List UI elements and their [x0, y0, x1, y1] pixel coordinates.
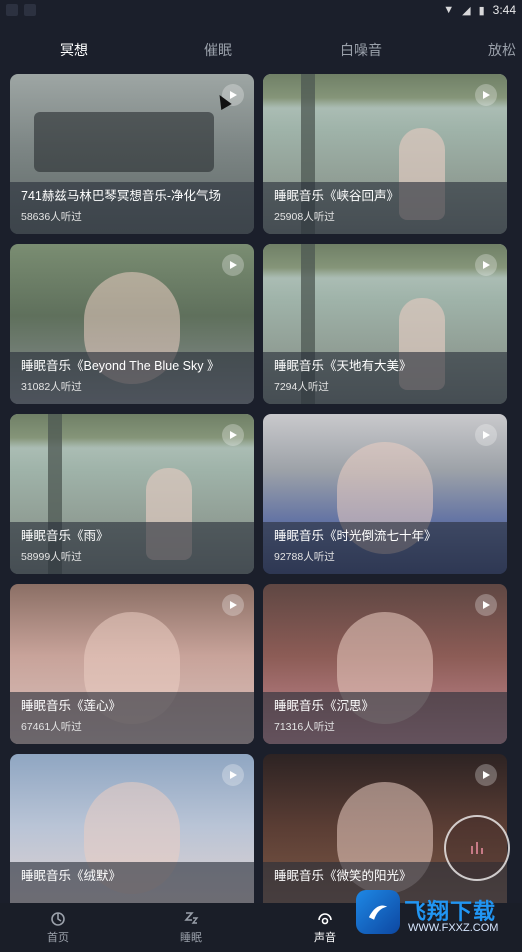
- track-listeners: 67461人听过: [21, 721, 82, 733]
- track-title: 睡眠音乐《雨》: [21, 529, 109, 543]
- play-icon[interactable]: [475, 84, 497, 106]
- watermark-subtitle: WWW.FXXZ.COM: [408, 922, 499, 934]
- category-tabs: 冥想 催眠 白噪音 放松: [0, 34, 522, 64]
- tab-white-noise[interactable]: 白噪音: [340, 40, 382, 60]
- track-listeners: 7294人听过: [274, 381, 329, 393]
- turntable-shape: [34, 112, 214, 172]
- sound-icon: [318, 913, 332, 925]
- track-grid: 741赫兹马林巴琴冥想音乐-净化气场 58636人听过 睡眠音乐《峡谷回声》 2…: [0, 74, 522, 904]
- track-listeners: 25908人听过: [274, 211, 335, 223]
- track-card[interactable]: 睡眠音乐《时光倒流七十年》 92788人听过: [263, 414, 507, 574]
- track-title: 睡眠音乐《时光倒流七十年》: [274, 529, 437, 543]
- track-title: 睡眠音乐《天地有大美》: [274, 359, 412, 373]
- watermark: 飞翔下载 WWW.FXXZ.COM: [356, 890, 516, 942]
- tab-hypnosis[interactable]: 催眠: [204, 40, 232, 60]
- track-title: 睡眠音乐《沉思》: [274, 699, 375, 713]
- status-notification-icons: [6, 4, 36, 16]
- tab-meditation[interactable]: 冥想: [60, 40, 88, 60]
- play-icon[interactable]: [475, 254, 497, 276]
- status-bar: ▼ ◢ ▮ 3:44: [0, 0, 522, 22]
- play-icon[interactable]: [475, 764, 497, 786]
- play-icon[interactable]: [475, 594, 497, 616]
- nav-label: 首页: [47, 932, 69, 944]
- watermark-logo-icon: [356, 890, 400, 934]
- home-icon: [51, 912, 65, 926]
- track-title: 睡眠音乐《Beyond The Blue Sky 》: [21, 359, 220, 373]
- equalizer-icon: [471, 842, 483, 854]
- track-card[interactable]: 睡眠音乐《天地有大美》 7294人听过: [263, 244, 507, 404]
- play-icon[interactable]: [475, 424, 497, 446]
- tab-relax[interactable]: 放松: [488, 40, 516, 60]
- track-listeners: 71316人听过: [274, 721, 335, 733]
- track-title: 741赫兹马林巴琴冥想音乐-净化气场: [21, 189, 222, 203]
- wifi-icon: ▼: [443, 4, 455, 16]
- track-title: 睡眠音乐《绒默》: [21, 869, 122, 883]
- nav-sleep[interactable]: 睡眠: [161, 907, 221, 945]
- track-card[interactable]: 睡眠音乐《绒默》: [10, 754, 254, 904]
- play-icon[interactable]: [222, 254, 244, 276]
- play-icon[interactable]: [222, 594, 244, 616]
- foliage-shape: [10, 414, 254, 448]
- track-listeners: 92788人听过: [274, 551, 335, 563]
- nav-sound[interactable]: 声音: [295, 907, 355, 945]
- now-playing-button[interactable]: [444, 815, 510, 881]
- signal-icon: ◢: [462, 4, 471, 17]
- track-listeners: 58999人听过: [21, 551, 82, 563]
- track-listeners: 58636人听过: [21, 211, 82, 223]
- track-title: 睡眠音乐《峡谷回声》: [274, 189, 400, 203]
- foliage-shape: [263, 74, 507, 108]
- nav-label: 睡眠: [180, 932, 202, 944]
- track-card[interactable]: 睡眠音乐《Beyond The Blue Sky 》 31082人听过: [10, 244, 254, 404]
- track-card[interactable]: 睡眠音乐《雨》 58999人听过: [10, 414, 254, 574]
- status-time: 3:44: [492, 3, 516, 17]
- track-card[interactable]: 睡眠音乐《峡谷回声》 25908人听过: [263, 74, 507, 234]
- track-card[interactable]: 睡眠音乐《莲心》 67461人听过: [10, 584, 254, 744]
- track-listeners: 31082人听过: [21, 381, 82, 393]
- battery-icon: ▮: [478, 4, 485, 17]
- status-right: ▼ ◢ ▮ 3:44: [443, 3, 516, 17]
- play-icon[interactable]: [222, 424, 244, 446]
- sleep-icon: [184, 912, 199, 924]
- track-title: 睡眠音乐《微笑的阳光》: [274, 869, 412, 883]
- notification-icon: [24, 4, 36, 16]
- play-icon[interactable]: [222, 764, 244, 786]
- foliage-shape: [263, 244, 507, 278]
- nav-label: 声音: [314, 932, 336, 944]
- track-title: 睡眠音乐《莲心》: [21, 699, 122, 713]
- nav-home[interactable]: 首页: [28, 907, 88, 945]
- track-card[interactable]: 睡眠音乐《沉思》 71316人听过: [263, 584, 507, 744]
- notification-icon: [6, 4, 18, 16]
